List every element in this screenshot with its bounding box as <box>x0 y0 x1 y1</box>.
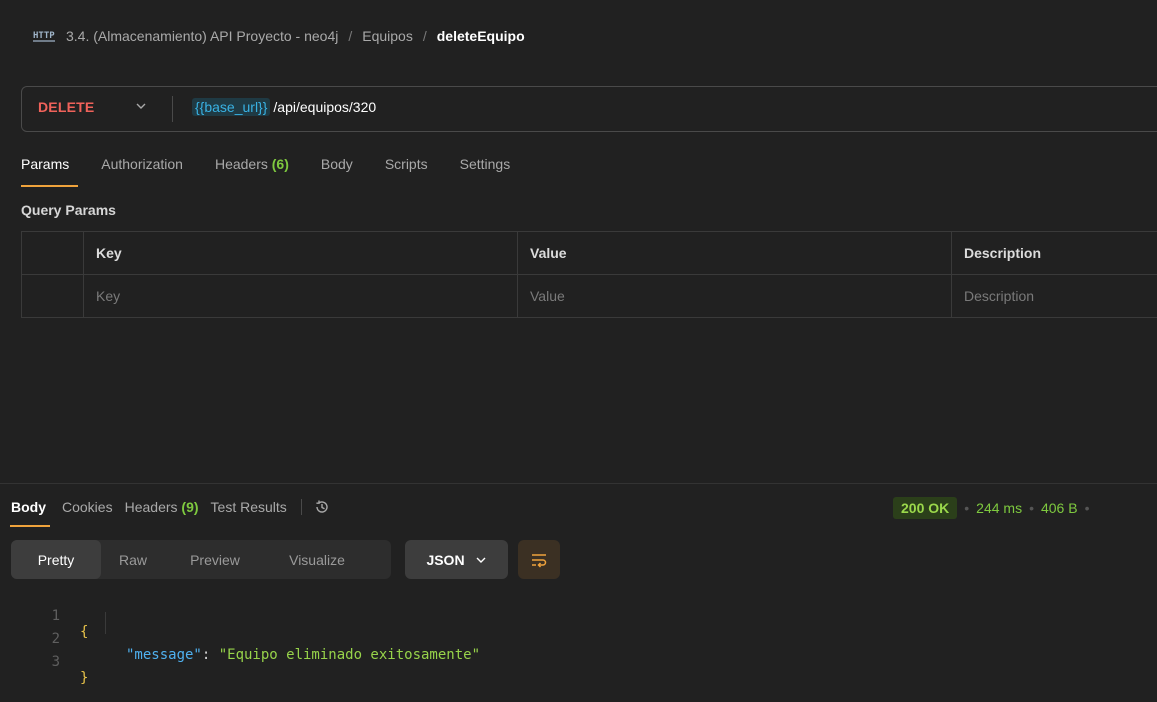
breadcrumb-separator: / <box>348 28 352 44</box>
history-icon[interactable] <box>314 499 330 515</box>
chevron-down-icon[interactable] <box>135 100 147 112</box>
key-input[interactable]: Key <box>84 275 518 318</box>
query-params-title: Query Params <box>21 202 116 218</box>
active-tab-indicator <box>10 525 50 527</box>
table-cell <box>22 232 84 275</box>
status-badge[interactable]: 200 OK <box>893 497 957 519</box>
json-colon: : <box>202 647 219 663</box>
column-header-value: Value <box>518 232 952 275</box>
response-tab-test-results[interactable]: Test Results <box>211 499 287 515</box>
svg-text:HTTP: HTTP <box>33 31 55 41</box>
url-input[interactable]: {{base_url}}/api/equipos/320 <box>192 99 376 115</box>
response-status: 200 OK • 244 ms • 406 B • <box>893 497 1096 519</box>
separator-dot: • <box>964 500 969 516</box>
indent-guide <box>105 612 106 634</box>
divider <box>301 499 302 515</box>
format-select[interactable]: JSON <box>405 540 508 579</box>
wrap-lines-icon <box>530 551 548 569</box>
wrap-lines-button[interactable] <box>518 540 560 579</box>
tab-count: (6) <box>272 156 289 172</box>
query-params-table: Key Value Description Key Value Descript… <box>21 231 1157 318</box>
description-input[interactable]: Description <box>952 275 1157 318</box>
tab-label: Settings <box>460 156 511 172</box>
url-path: /api/equipos/320 <box>273 99 376 115</box>
json-brace: } <box>80 670 88 686</box>
value-input[interactable]: Value <box>518 275 952 318</box>
tab-label: Params <box>21 156 69 172</box>
format-label: JSON <box>426 552 464 568</box>
view-pretty-button[interactable]: Pretty <box>11 540 101 579</box>
request-name[interactable]: deleteEquipo <box>437 28 525 44</box>
json-key: "message" <box>126 647 202 663</box>
breadcrumb-collection[interactable]: 3.4. (Almacenamiento) API Proyecto - neo… <box>66 28 338 44</box>
view-raw-button[interactable]: Raw <box>101 540 165 579</box>
response-tab-body[interactable]: Body <box>11 499 46 515</box>
json-string: "Equipo eliminado exitosamente" <box>219 647 480 663</box>
response-time[interactable]: 244 ms <box>976 500 1022 516</box>
breadcrumb-folder[interactable]: Equipos <box>362 28 413 44</box>
response-tab-cookies[interactable]: Cookies <box>62 499 113 515</box>
separator-dot: • <box>1085 500 1090 516</box>
view-visualize-button[interactable]: Visualize <box>265 540 369 579</box>
request-tabs: Params Authorization Headers (6) Body Sc… <box>21 156 542 172</box>
tab-params[interactable]: Params <box>21 156 69 172</box>
line-number: 3 <box>40 654 60 670</box>
column-header-key: Key <box>84 232 518 275</box>
tab-authorization[interactable]: Authorization <box>101 156 183 172</box>
active-tab-indicator <box>21 185 78 187</box>
tab-body[interactable]: Body <box>321 156 353 172</box>
tab-count: (9) <box>181 499 198 515</box>
view-preview-button[interactable]: Preview <box>165 540 265 579</box>
code-line: 1 { <box>0 592 34 612</box>
table-header-row: Key Value Description <box>22 232 1157 275</box>
response-tab-headers[interactable]: Headers (9) <box>125 499 199 515</box>
separator-dot: • <box>1029 500 1034 516</box>
row-checkbox-cell[interactable] <box>22 275 84 318</box>
tab-label: Headers <box>215 156 268 172</box>
response-tabs: Body Cookies Headers (9) Test Results <box>11 499 330 515</box>
code-line: 3 } <box>0 638 34 658</box>
tab-scripts[interactable]: Scripts <box>385 156 428 172</box>
line-number: 2 <box>40 631 60 647</box>
table-row: Key Value Description <box>22 275 1157 318</box>
tab-label: Headers <box>125 499 178 515</box>
tab-label: Authorization <box>101 156 183 172</box>
line-number: 1 <box>40 608 60 624</box>
chevron-down-icon <box>475 554 487 566</box>
divider <box>172 96 173 122</box>
breadcrumb-separator: / <box>423 28 427 44</box>
response-divider[interactable] <box>0 483 1157 484</box>
method-select[interactable]: DELETE <box>38 99 94 115</box>
column-header-description: Description <box>952 232 1157 275</box>
response-size[interactable]: 406 B <box>1041 500 1078 516</box>
code-line: 2 "message": "Equipo eliminado exitosame… <box>0 615 34 635</box>
tab-label: Body <box>321 156 353 172</box>
url-variable: {{base_url}} <box>192 98 270 116</box>
tab-settings[interactable]: Settings <box>460 156 511 172</box>
breadcrumb: 3.4. (Almacenamiento) API Proyecto - neo… <box>66 26 525 46</box>
json-brace: { <box>80 624 88 640</box>
tab-headers[interactable]: Headers (6) <box>215 156 289 172</box>
tab-label: Scripts <box>385 156 428 172</box>
http-icon: HTTP <box>33 27 55 43</box>
view-mode-group: Pretty Raw Preview Visualize <box>11 540 391 579</box>
